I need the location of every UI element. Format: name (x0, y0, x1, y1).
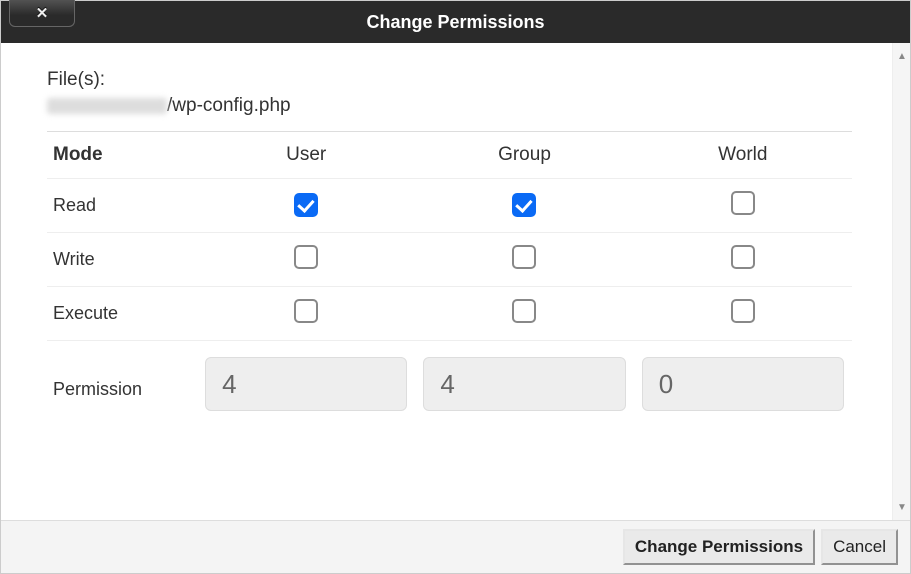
redacted-path-prefix (47, 98, 167, 114)
header-group: Group (415, 144, 633, 166)
checkbox-write-user[interactable] (294, 245, 318, 269)
confirm-button[interactable]: Change Permissions (623, 529, 815, 565)
dialog-title: Change Permissions (366, 12, 544, 33)
checkbox-execute-world[interactable] (731, 299, 755, 323)
permission-table: Mode User Group World Read Write (47, 131, 852, 421)
row-write-label: Write (47, 249, 197, 270)
change-permissions-dialog: ✕ Change Permissions File(s): /wp-config… (0, 0, 911, 574)
checkbox-read-group[interactable] (512, 193, 536, 217)
files-label: File(s): (47, 69, 852, 91)
header-mode: Mode (47, 144, 197, 166)
scrollbar[interactable]: ▲ ▼ (892, 43, 910, 520)
scroll-up-icon[interactable]: ▲ (893, 47, 910, 65)
permission-world-input[interactable] (642, 357, 844, 411)
dialog-titlebar: ✕ Change Permissions (1, 1, 910, 43)
row-read: Read (47, 179, 852, 233)
row-read-label: Read (47, 195, 197, 216)
checkbox-read-user[interactable] (294, 193, 318, 217)
row-execute-label: Execute (47, 303, 197, 324)
table-header-row: Mode User Group World (47, 132, 852, 179)
dialog-body-wrap: File(s): /wp-config.php Mode User Group … (1, 43, 910, 520)
permission-group-input[interactable] (423, 357, 625, 411)
close-button[interactable]: ✕ (9, 0, 75, 27)
header-world: World (634, 144, 852, 166)
checkbox-execute-group[interactable] (512, 299, 536, 323)
checkbox-write-world[interactable] (731, 245, 755, 269)
header-user: User (197, 144, 415, 166)
row-execute: Execute (47, 287, 852, 341)
close-icon: ✕ (36, 4, 49, 22)
checkbox-write-group[interactable] (512, 245, 536, 269)
row-write: Write (47, 233, 852, 287)
dialog-footer: Change Permissions Cancel (1, 520, 910, 573)
cancel-button[interactable]: Cancel (821, 529, 898, 565)
checkbox-execute-user[interactable] (294, 299, 318, 323)
row-permission-value: Permission (47, 341, 852, 421)
file-path: /wp-config.php (47, 95, 852, 117)
permission-user-input[interactable] (205, 357, 407, 411)
permission-value-label: Permission (47, 369, 197, 400)
checkbox-read-world[interactable] (731, 191, 755, 215)
file-path-suffix: /wp-config.php (167, 95, 291, 116)
dialog-body: File(s): /wp-config.php Mode User Group … (1, 43, 892, 520)
scroll-down-icon[interactable]: ▼ (893, 498, 910, 516)
